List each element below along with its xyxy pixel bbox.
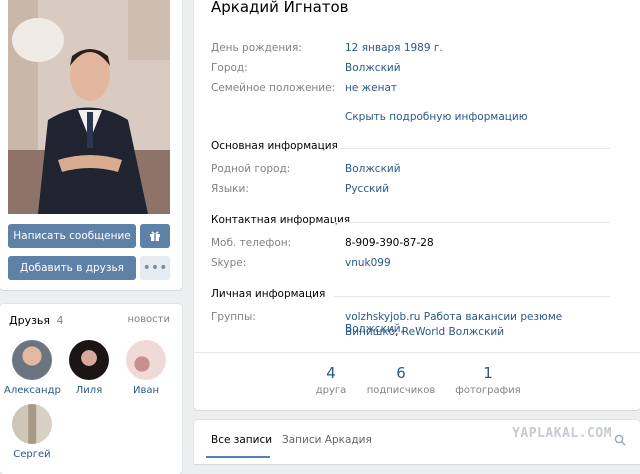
more-dots-icon: •••	[142, 260, 168, 276]
friend-avatar	[69, 340, 109, 380]
active-tab-indicator	[206, 456, 270, 458]
friend-item[interactable]: Лиля	[61, 340, 117, 396]
counter-friends[interactable]: 4 друга	[291, 364, 371, 396]
friend-avatar	[126, 340, 166, 380]
counter-photos[interactable]: 1 фотография	[448, 364, 528, 396]
phone-value: 8-909-390-87-28	[345, 237, 434, 249]
friends-count: 4	[56, 314, 64, 327]
section-divider	[334, 296, 610, 297]
city-value[interactable]: Волжский	[345, 62, 401, 74]
groups-separator: ,	[395, 326, 402, 338]
more-actions-button[interactable]: •••	[140, 256, 170, 280]
add-friend-label: Добавить в друзья	[20, 262, 124, 274]
section-title-main: Основная информация	[211, 140, 338, 152]
languages-label: Языки:	[211, 183, 249, 195]
tab-all-posts[interactable]: Все записи	[211, 434, 272, 446]
friends-header[interactable]: Друзья 4	[9, 314, 64, 327]
gift-icon	[150, 231, 160, 241]
search-icon[interactable]	[614, 434, 626, 446]
skype-value[interactable]: vnuk099	[345, 257, 391, 269]
friend-avatar	[12, 404, 52, 444]
friend-avatar	[12, 340, 52, 380]
friend-name: Александр	[4, 385, 61, 396]
skype-label: Skype:	[211, 257, 247, 269]
send-message-button[interactable]: Написать сообщение	[8, 224, 136, 248]
counters-divider	[194, 352, 640, 353]
counter-number: 4	[326, 364, 336, 382]
profile-photo[interactable]	[8, 0, 170, 214]
hometown-label: Родной город:	[211, 163, 291, 175]
relationship-value[interactable]: не женат	[345, 82, 397, 94]
add-friend-button[interactable]: Добавить в друзья	[8, 256, 136, 280]
gift-button[interactable]	[140, 224, 170, 248]
friends-title: Друзья	[9, 314, 51, 327]
birthday-value[interactable]: 12 января 1989 г.	[345, 42, 443, 54]
section-title-contacts: Контактная информация	[211, 214, 351, 226]
friend-item[interactable]: Сергей	[4, 404, 60, 460]
phone-label: Моб. телефон:	[211, 237, 292, 249]
tab-owner-posts[interactable]: Записи Аркадия	[282, 434, 372, 446]
counter-caption: фотография	[455, 385, 521, 396]
profile-photo-card: Написать сообщение Добавить в друзья •••	[0, 0, 182, 290]
groups-line-2: Винишко, ReWorld Волжский	[345, 326, 504, 338]
friend-name: Сергей	[13, 449, 51, 460]
groups-label: Группы:	[211, 311, 256, 323]
counter-followers[interactable]: 6 подписчиков	[361, 364, 441, 396]
tab-owner-posts-label: Записи Аркадия	[282, 434, 372, 446]
languages-value[interactable]: Русский	[345, 183, 389, 195]
friend-name: Иван	[132, 385, 160, 396]
friend-name: Лиля	[75, 385, 103, 396]
detail-label: Семейное положение:	[211, 82, 336, 94]
groups-link-3[interactable]: ReWorld Волжский	[402, 326, 504, 338]
section-divider	[334, 148, 610, 149]
groups-link-2[interactable]: Винишко	[345, 326, 395, 338]
counter-number: 1	[483, 364, 493, 382]
section-title-personal: Личная информация	[211, 288, 326, 300]
tab-all-posts-label: Все записи	[211, 434, 273, 446]
friend-item[interactable]: Иван	[118, 340, 174, 396]
detail-label: Город:	[211, 62, 248, 74]
profile-info-card: Аркадий Игнатов День рождения: 12 января…	[194, 0, 640, 410]
counter-number: 6	[396, 364, 406, 382]
counter-caption: друга	[315, 385, 347, 396]
detail-label: День рождения:	[211, 42, 302, 54]
profile-photo-illustration	[8, 0, 170, 214]
watermark: YAPLAKAL.COM	[512, 426, 612, 441]
friends-card: Друзья 4 новости Александр Лиля Иван Сер…	[0, 304, 182, 474]
toggle-details-link[interactable]: Скрыть подробную информацию	[345, 111, 528, 123]
profile-name: Аркадий Игнатов	[211, 0, 349, 16]
section-divider	[334, 222, 610, 223]
counter-caption: подписчиков	[366, 385, 436, 396]
hometown-value[interactable]: Волжский	[345, 163, 401, 175]
send-message-label: Написать сообщение	[13, 230, 131, 242]
friend-item[interactable]: Александр	[4, 340, 61, 396]
friends-news-link[interactable]: новости	[128, 314, 171, 325]
